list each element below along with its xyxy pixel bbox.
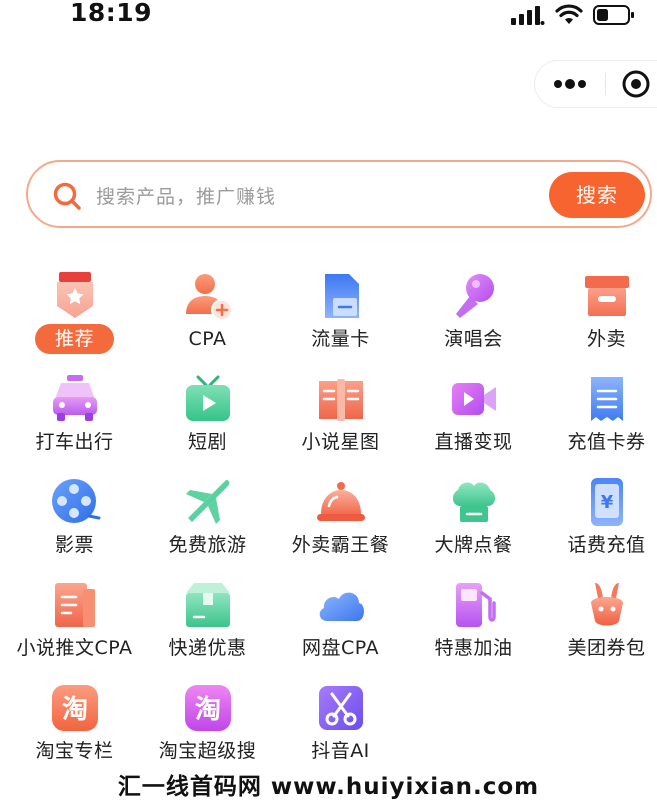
category-item-free-travel[interactable]: 免费旅游: [141, 472, 274, 575]
category-item-novel-star[interactable]: 小说星图: [274, 369, 407, 472]
video-camera-icon: [451, 383, 496, 415]
svg-text:淘: 淘: [194, 695, 220, 725]
search-icon: [53, 182, 81, 210]
category-item-cpa[interactable]: CPA: [141, 266, 274, 369]
wifi-icon: [555, 4, 583, 24]
receipt-icon: [590, 377, 623, 421]
category-item-taobao-super-search[interactable]: 淘 淘宝超级搜: [141, 678, 274, 781]
category-item-recommend[interactable]: 推荐: [8, 266, 141, 369]
category-item-taobao-column[interactable]: 淘 淘宝专栏: [8, 678, 141, 781]
cloud-icon: [319, 592, 364, 621]
takeout-box-icon: [584, 276, 629, 316]
category-label: 影票: [54, 534, 94, 556]
kangaroo-icon: [590, 583, 623, 626]
category-item-short-drama[interactable]: 短剧: [141, 369, 274, 472]
category-label: 演唱会: [444, 328, 503, 350]
category-label: 推荐: [34, 324, 114, 354]
scissors-icon: [318, 686, 363, 730]
category-label: 直播变现: [434, 431, 513, 453]
svg-text:淘: 淘: [61, 695, 87, 725]
novel-chart-icon: [54, 583, 95, 627]
category-label: 话费充值: [567, 534, 646, 556]
watermark: 汇一线首码网 www.huiyixian.com: [0, 772, 657, 803]
category-grid: 推荐 CPA 流量卡 演唱会 外卖 打车出行 短剧 小说星图 直播变现 充值卡券…: [8, 266, 657, 781]
airplane-icon: [185, 480, 229, 524]
category-label: 网盘CPA: [301, 637, 379, 659]
category-item-novel-cpa[interactable]: 小说推文CPA: [8, 575, 141, 678]
taxi-icon: [52, 375, 97, 421]
category-item-movie-tickets[interactable]: 影票: [8, 472, 141, 575]
more-options-icon[interactable]: [553, 75, 587, 93]
category-item-takeout[interactable]: 外卖: [540, 266, 657, 369]
recommend-badge-icon: [56, 272, 93, 318]
film-reel-icon: [51, 479, 100, 523]
category-item-data-card[interactable]: 流量卡: [274, 266, 407, 369]
category-item-taxi[interactable]: 打车出行: [8, 369, 141, 472]
svg-text:¥: ¥: [600, 492, 613, 513]
search-bar[interactable]: 搜索产品，推广赚钱 搜索: [26, 160, 652, 228]
phone-yuan-icon: ¥: [590, 478, 623, 526]
status-bar: 18:19: [0, 0, 657, 30]
microphone-icon: [455, 274, 494, 318]
category-item-meituan-coupon[interactable]: 美团券包: [540, 575, 657, 678]
status-icons: [511, 4, 635, 26]
category-label: 小说星图: [301, 431, 380, 453]
battery-icon: [593, 5, 634, 25]
category-item-douyin-ai[interactable]: 抖音AI: [274, 678, 407, 781]
category-label: 淘宝超级搜: [158, 740, 257, 762]
category-item-free-meal[interactable]: 外卖霸王餐: [274, 472, 407, 575]
parcel-box-icon: [185, 583, 230, 627]
category-label: 抖音AI: [311, 740, 370, 762]
user-add-icon: [185, 274, 233, 321]
category-label: 打车出行: [35, 431, 114, 453]
category-label: 外卖: [586, 328, 626, 350]
category-item-fuel-discount[interactable]: 特惠加油: [407, 575, 540, 678]
category-label: 特惠加油: [434, 637, 513, 659]
open-book-icon: [318, 379, 363, 421]
category-label: CPA: [188, 328, 227, 350]
category-item-top-up-coupon[interactable]: 充值卡券: [540, 369, 657, 472]
category-label: 短剧: [187, 431, 227, 453]
category-label: 大牌点餐: [434, 534, 513, 556]
sim-card-icon: [324, 274, 359, 318]
chef-hat-icon: [452, 482, 495, 522]
category-label: 小说推文CPA: [16, 637, 133, 659]
category-label: 流量卡: [311, 328, 370, 350]
cellular-signal-icon: [511, 6, 545, 25]
category-label: 快递优惠: [168, 637, 247, 659]
taobao-super-icon: 淘: [184, 685, 231, 731]
category-label: 淘宝专栏: [35, 740, 114, 762]
category-label: 充值卡券: [567, 431, 646, 453]
search-input[interactable]: 搜索产品，推广赚钱: [96, 182, 276, 209]
tv-play-icon: [185, 375, 230, 421]
clock-time: 18:19: [70, 0, 153, 27]
fuel-pump-icon: [455, 583, 496, 627]
search-button[interactable]: 搜索: [549, 172, 645, 218]
taobao-icon: 淘: [51, 685, 98, 731]
miniprogram-capsule: [535, 61, 657, 107]
category-item-phone-recharge[interactable]: ¥ 话费充值: [540, 472, 657, 575]
category-item-concert[interactable]: 演唱会: [407, 266, 540, 369]
capsule-divider: [605, 73, 606, 95]
close-miniprogram-icon[interactable]: [621, 69, 651, 99]
category-label: 免费旅游: [168, 534, 247, 556]
category-item-live-stream[interactable]: 直播变现: [407, 369, 540, 472]
category-label: 外卖霸王餐: [291, 534, 390, 556]
category-item-express-discount[interactable]: 快递优惠: [141, 575, 274, 678]
category-label: 美团券包: [567, 637, 646, 659]
food-cloche-icon: [316, 482, 365, 521]
category-item-netdisk-cpa[interactable]: 网盘CPA: [274, 575, 407, 678]
category-item-brand-order[interactable]: 大牌点餐: [407, 472, 540, 575]
